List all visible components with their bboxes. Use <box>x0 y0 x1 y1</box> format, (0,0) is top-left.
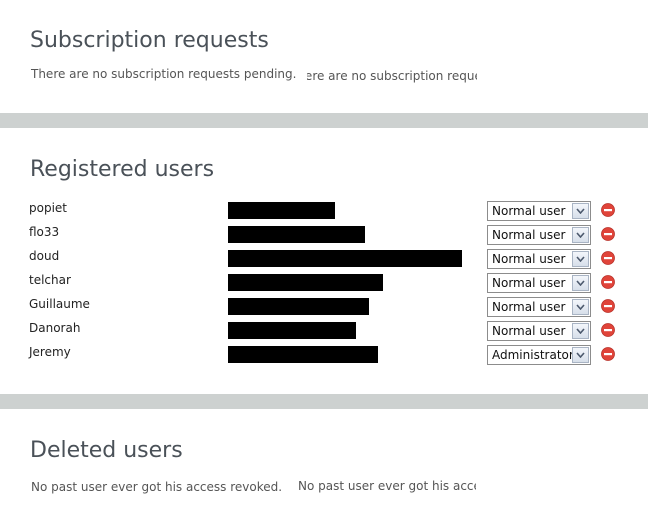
role-select-value: Administrator <box>492 348 574 362</box>
user-row: flo33 Normal user <box>0 225 648 247</box>
user-name: flo33 <box>29 225 60 239</box>
user-name: popiet <box>29 201 67 215</box>
registered-users-title: Registered users <box>30 157 215 182</box>
role-select[interactable]: Normal user <box>487 225 591 245</box>
remove-circle-icon[interactable] <box>601 275 615 289</box>
user-name: Danorah <box>29 321 81 335</box>
subscription-requests-title: Subscription requests <box>30 28 269 53</box>
role-select-value: Normal user <box>492 324 566 338</box>
deleted-users-title: Deleted users <box>30 438 183 463</box>
role-select-value: Normal user <box>492 228 566 242</box>
subscription-empty-message-clipped: There are no subscription requests pendi… <box>307 69 477 85</box>
role-select[interactable]: Normal user <box>487 273 591 293</box>
section-divider <box>0 394 648 409</box>
chevron-down-icon[interactable] <box>572 323 589 339</box>
role-select[interactable]: Normal user <box>487 321 591 341</box>
subscription-empty-message: There are no subscription requests pendi… <box>31 67 297 81</box>
role-select[interactable]: Normal user <box>487 201 591 221</box>
role-select[interactable]: Administrator <box>487 345 591 365</box>
chevron-down-icon[interactable] <box>572 347 589 363</box>
redacted-email <box>228 226 365 243</box>
redacted-email <box>228 274 383 291</box>
user-row: telchar Normal user <box>0 273 648 295</box>
role-select-value: Normal user <box>492 204 566 218</box>
user-management-page: Subscription requests There are no subsc… <box>0 0 648 523</box>
redacted-email <box>228 298 369 315</box>
section-divider <box>0 113 648 128</box>
user-row: Danorah Normal user <box>0 321 648 343</box>
user-name: doud <box>29 249 60 263</box>
remove-circle-icon[interactable] <box>601 347 615 361</box>
remove-circle-icon[interactable] <box>601 227 615 241</box>
remove-circle-icon[interactable] <box>601 251 615 265</box>
user-name: telchar <box>29 273 71 287</box>
user-name: Jeremy <box>29 345 71 359</box>
user-row: doud Normal user <box>0 249 648 271</box>
chevron-down-icon[interactable] <box>572 299 589 315</box>
deleted-empty-message: No past user ever got his access revoked… <box>31 480 283 494</box>
user-row: popiet Normal user <box>0 201 648 223</box>
role-select-value: Normal user <box>492 300 566 314</box>
chevron-down-icon[interactable] <box>572 227 589 243</box>
user-row: Guillaume Normal user <box>0 297 648 319</box>
user-row: Jeremy Administrator <box>0 345 648 367</box>
chevron-down-icon[interactable] <box>572 275 589 291</box>
user-name: Guillaume <box>29 297 90 311</box>
deleted-empty-message-clipped: No past user ever got his access revoked… <box>298 479 476 495</box>
redacted-email <box>228 202 335 219</box>
remove-circle-icon[interactable] <box>601 323 615 337</box>
role-select-value: Normal user <box>492 276 566 290</box>
subscription-clipped-text: There are no subscription requests pendi… <box>307 69 477 83</box>
role-select[interactable]: Normal user <box>487 297 591 317</box>
role-select-value: Normal user <box>492 252 566 266</box>
role-select[interactable]: Normal user <box>487 249 591 269</box>
redacted-email <box>228 322 356 339</box>
redacted-email <box>228 346 378 363</box>
remove-circle-icon[interactable] <box>601 299 615 313</box>
deleted-clipped-text: No past user ever got his access revoked… <box>298 479 476 493</box>
redacted-email <box>228 250 462 267</box>
remove-circle-icon[interactable] <box>601 203 615 217</box>
chevron-down-icon[interactable] <box>572 203 589 219</box>
chevron-down-icon[interactable] <box>572 251 589 267</box>
